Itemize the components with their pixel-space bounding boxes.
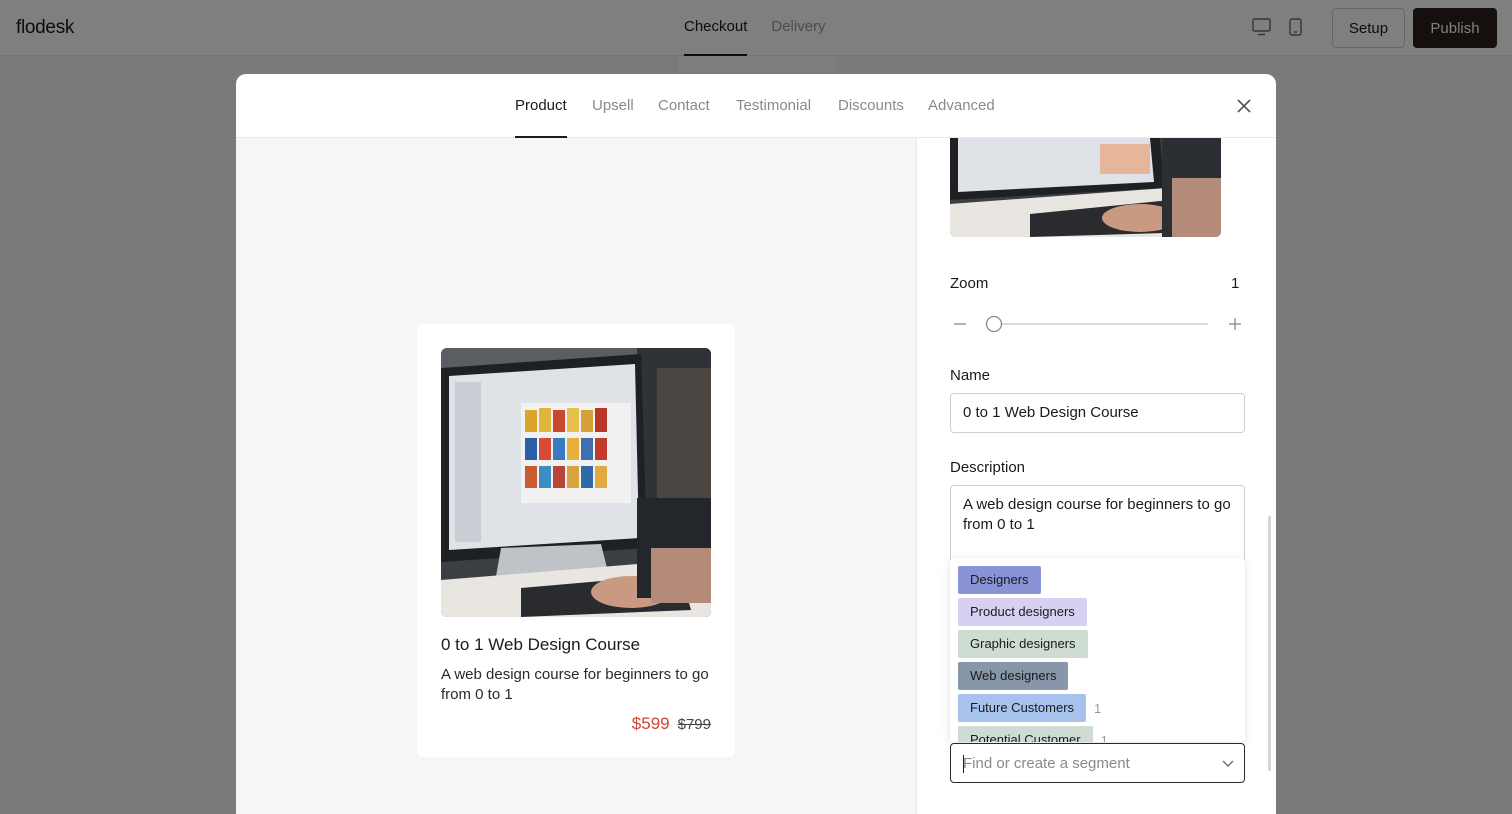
segment-option[interactable]: Future Customers 1 xyxy=(958,694,1101,722)
product-card: 0 to 1 Web Design Course A web design co… xyxy=(417,324,735,757)
segment-tag: Web designers xyxy=(958,662,1069,690)
chevron-down-icon[interactable] xyxy=(1221,756,1235,775)
segment-tag: Future Customers xyxy=(958,694,1087,722)
zoom-slider-thumb xyxy=(985,315,1003,333)
segment-tag: Graphic designers xyxy=(958,630,1088,658)
zoom-value: 1 xyxy=(1231,275,1240,292)
modal-tabs: Product Upsell Contact Testimonial Disco… xyxy=(236,74,1276,138)
sale-price: $599 xyxy=(631,714,670,733)
product-image xyxy=(441,348,711,617)
segment-option[interactable]: Product designers xyxy=(958,598,1087,626)
zoom-in-icon xyxy=(1229,318,1241,330)
segment-tag: Potential Customer xyxy=(958,726,1093,742)
product-settings-pane: Zoom 1 Name 0 to 1 Web Design Course Des… xyxy=(916,138,1276,814)
product-image-thumbnail[interactable] xyxy=(950,138,1221,237)
segment-tag: Product designers xyxy=(958,598,1087,626)
segment-count: 1 xyxy=(1100,732,1108,743)
segment-count: 1 xyxy=(1094,700,1102,716)
name-label: Name xyxy=(950,367,991,384)
segment-option[interactable]: Designers xyxy=(958,566,1041,594)
tab-advanced[interactable]: Advanced xyxy=(928,74,995,138)
zoom-label: Zoom xyxy=(950,275,989,292)
original-price: $799 xyxy=(677,716,711,733)
product-card-description: A web design course for beginners to go … xyxy=(441,666,709,703)
tab-discounts[interactable]: Discounts xyxy=(838,74,904,138)
segment-option[interactable]: Web designers xyxy=(958,662,1069,690)
tab-product[interactable]: Product xyxy=(515,74,567,138)
settings-scrollbar[interactable] xyxy=(1268,516,1271,771)
segment-dropdown-list: Designers Product designers Graphic desi… xyxy=(950,558,1245,742)
product-settings-modal: Product Upsell Contact Testimonial Disco… xyxy=(236,74,1276,814)
segment-option[interactable]: Graphic designers xyxy=(958,630,1088,658)
segment-placeholder: Find or create a segment xyxy=(963,755,1130,772)
product-card-price: $599 $799 xyxy=(632,714,711,734)
zoom-slider[interactable] xyxy=(950,314,1244,334)
segment-search-input[interactable]: Find or create a segment xyxy=(950,743,1245,783)
tab-upsell[interactable]: Upsell xyxy=(592,74,634,138)
product-preview-pane: 0 to 1 Web Design Course A web design co… xyxy=(236,138,916,814)
product-card-title: 0 to 1 Web Design Course xyxy=(441,635,641,654)
name-input[interactable]: 0 to 1 Web Design Course xyxy=(950,393,1245,433)
segment-option[interactable]: Potential Customer 1 xyxy=(958,726,1108,742)
tab-contact[interactable]: Contact xyxy=(658,74,710,138)
description-label: Description xyxy=(950,459,1026,476)
close-icon[interactable] xyxy=(1235,97,1253,115)
segment-tag: Designers xyxy=(958,566,1041,594)
tab-testimonial[interactable]: Testimonial xyxy=(736,74,811,138)
